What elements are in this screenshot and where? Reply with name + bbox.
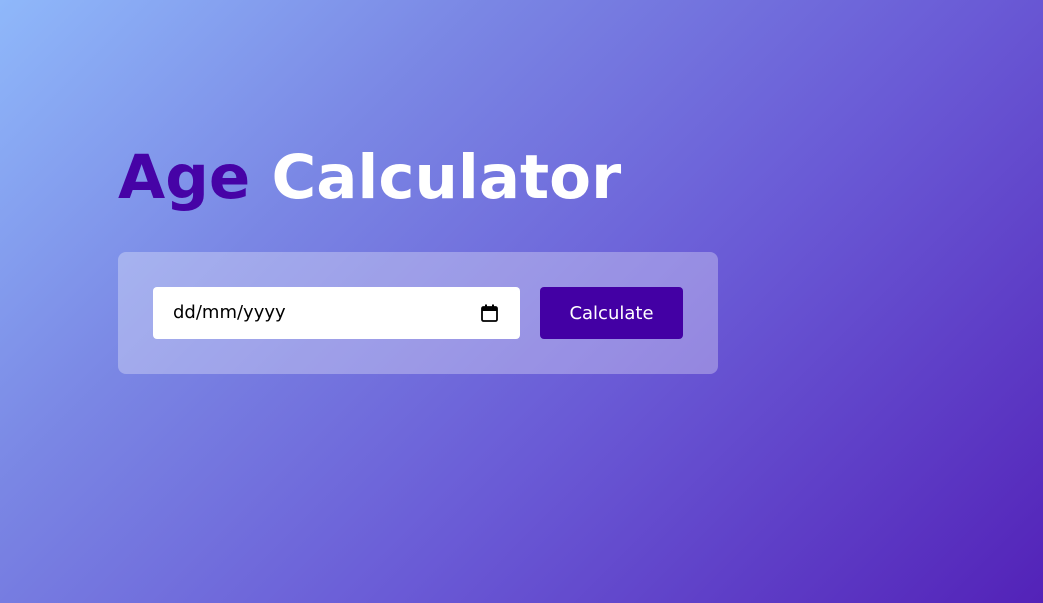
calendar-icon[interactable] [481,304,498,322]
title-accent: Age [118,142,251,213]
age-form-card: dd/mm/yyyy Calculate [118,252,718,374]
birthdate-input[interactable]: dd/mm/yyyy [153,287,520,339]
page-title: Age Calculator [118,142,621,214]
title-rest: Calculator [271,142,622,213]
calculate-button[interactable]: Calculate [540,287,683,339]
birthdate-placeholder: dd/mm/yyyy [173,302,286,323]
